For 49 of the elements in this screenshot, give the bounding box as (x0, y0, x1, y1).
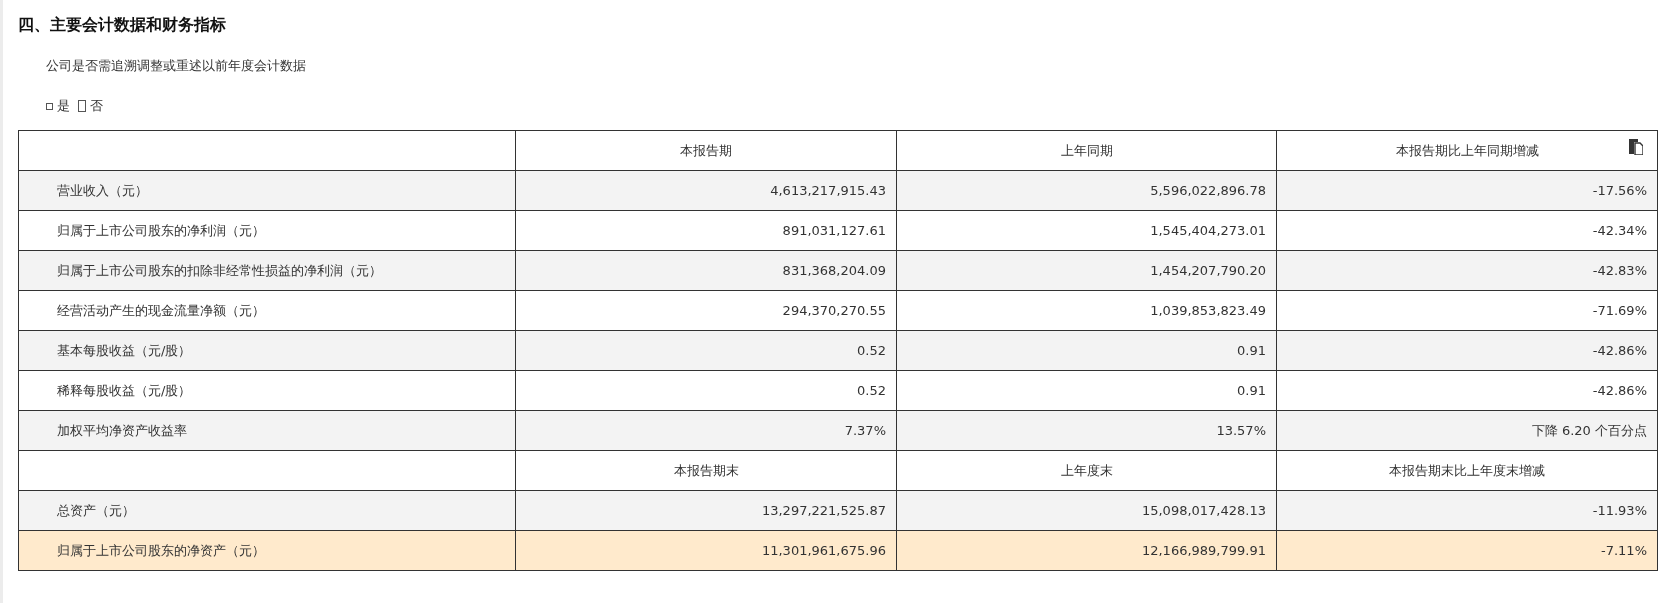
table-cell: 营业收入（元） (18, 170, 516, 211)
table-cell: 归属于上市公司股东的扣除非经常性损益的净利润（元） (18, 250, 516, 291)
table-cell: 7.37% (515, 410, 897, 451)
checkbox[interactable] (46, 102, 53, 110)
table-cell: 11,301,961,675.96 (515, 530, 897, 571)
table-cell: 1,545,404,273.01 (896, 210, 1277, 251)
column-header: 上年同期 (896, 130, 1277, 171)
table-cell: 下降 6.20 个百分点 (1276, 410, 1658, 451)
table-cell: -71.69% (1276, 290, 1658, 331)
option-label: 否 (90, 97, 103, 115)
table-cell: 总资产（元） (18, 490, 516, 531)
table-cell: 归属于上市公司股东的净利润（元） (18, 210, 516, 251)
copy-icon[interactable] (1628, 139, 1643, 155)
table-cell: 基本每股收益（元/股） (18, 330, 516, 371)
option-label: 是 (57, 97, 70, 115)
table-cell: 13.57% (896, 410, 1277, 451)
table-cell: 0.52 (515, 370, 897, 411)
table-cell: 0.91 (896, 330, 1277, 371)
table-cell: 831,368,204.09 (515, 250, 897, 291)
table-cell: 经营活动产生的现金流量净额（元） (18, 290, 516, 331)
column-header: 上年度末 (896, 450, 1277, 491)
table-cell: 1,454,207,790.20 (896, 250, 1277, 291)
table-cell: 0.52 (515, 330, 897, 371)
column-header: 本报告期比上年同期增减 (1276, 130, 1658, 171)
table-cell: 12,166,989,799.91 (896, 530, 1277, 571)
table-cell: -42.86% (1276, 370, 1658, 411)
checkbox[interactable] (78, 100, 86, 112)
table-cell: 4,613,217,915.43 (515, 170, 897, 211)
table-cell: 13,297,221,525.87 (515, 490, 897, 531)
table-cell: 1,039,853,823.49 (896, 290, 1277, 331)
column-header: 本报告期末 (515, 450, 897, 491)
table-cell: -42.86% (1276, 330, 1658, 371)
table-cell: -17.56% (1276, 170, 1658, 211)
table-cell: -42.34% (1276, 210, 1658, 251)
table-cell: 891,031,127.61 (515, 210, 897, 251)
table-cell: -7.11% (1276, 530, 1658, 571)
table-cell: 5,596,022,896.78 (896, 170, 1277, 211)
question-text: 公司是否需追溯调整或重述以前年度会计数据 (46, 57, 307, 75)
table-cell: 加权平均净资产收益率 (18, 410, 516, 451)
column-header: 本报告期末比上年度末增减 (1276, 450, 1658, 491)
table-cell: 归属于上市公司股东的净资产（元） (18, 530, 516, 571)
table-cell: -11.93% (1276, 490, 1658, 531)
table-cell: 0.91 (896, 370, 1277, 411)
table-cell: 294,370,270.55 (515, 290, 897, 331)
table-cell: 稀释每股收益（元/股） (18, 370, 516, 411)
table-cell: 15,098,017,428.13 (896, 490, 1277, 531)
table-cell: -42.83% (1276, 250, 1658, 291)
section-title: 四、主要会计数据和财务指标 (18, 14, 227, 36)
column-header: 本报告期 (515, 130, 897, 171)
